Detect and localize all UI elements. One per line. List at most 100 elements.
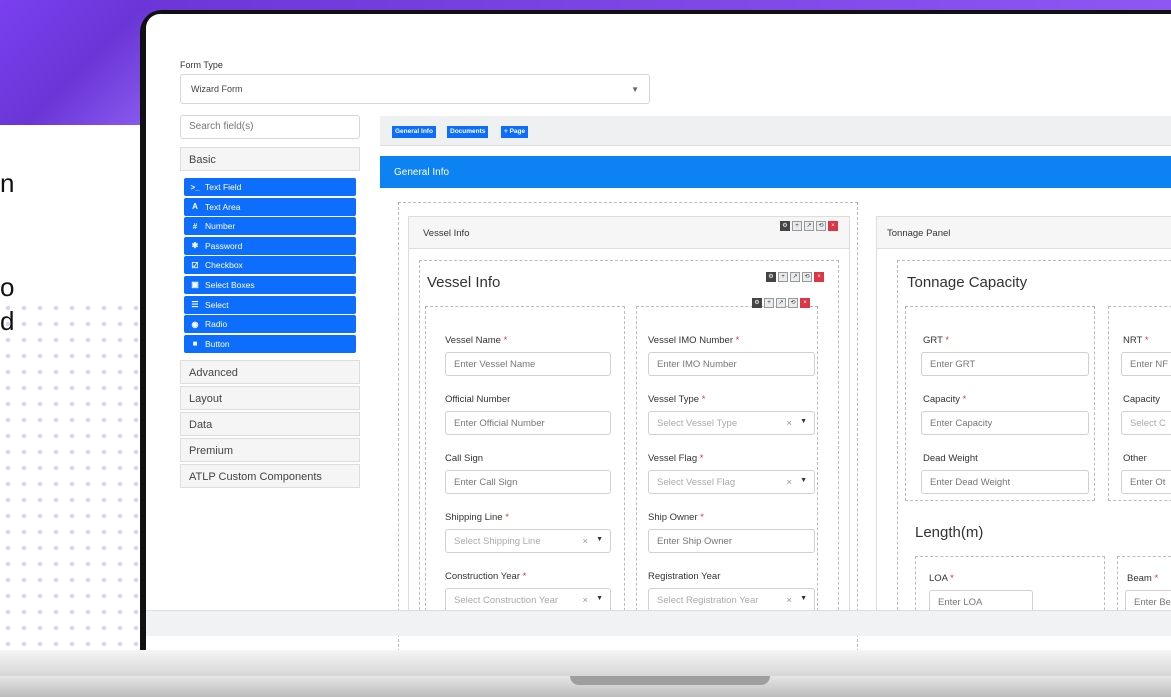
vessel-name-input[interactable]: Enter Vessel Name	[445, 352, 611, 376]
edit-icon[interactable]: ↗	[776, 298, 786, 308]
category-layout[interactable]: Layout	[180, 386, 360, 410]
copy-icon[interactable]: ⟲	[802, 272, 812, 282]
edit-icon[interactable]: ↗	[790, 272, 800, 282]
category-premium[interactable]: Premium	[180, 438, 360, 462]
shipping-line-select[interactable]: Select Shipping Line × ▼	[445, 529, 611, 553]
field-text-field[interactable]: >_ Text Field	[184, 178, 356, 196]
field-label: Radio	[205, 319, 228, 330]
copy-icon[interactable]: ⟲	[816, 221, 826, 231]
field-select-boxes[interactable]: ▣ Select Boxes	[184, 275, 356, 294]
gear-icon[interactable]: ⚙	[752, 298, 762, 308]
stop-icon: ■	[192, 339, 198, 349]
add-page-button[interactable]: + Page	[501, 126, 529, 138]
list-icon: ☰	[191, 300, 199, 310]
screen: Form Type Wizard Form ▼ Search field(s) …	[146, 14, 1171, 650]
vessel-name-label: Vessel Name *	[445, 335, 507, 346]
label-text: GRT	[923, 335, 943, 346]
label-text: Vessel Type	[648, 394, 700, 405]
clear-icon[interactable]: ×	[582, 595, 588, 606]
chevron-down-icon: ▼	[631, 85, 639, 94]
field-label: Button	[205, 338, 230, 349]
label-text: NRT	[1123, 335, 1143, 346]
category-data[interactable]: Data	[180, 412, 360, 436]
plus-square-icon: ▣	[191, 280, 199, 290]
component-toolbar: ⚙ + ↗ ⟲ ×	[766, 272, 824, 282]
clear-icon[interactable]: ×	[582, 536, 588, 547]
capacity-input[interactable]: Enter Capacity	[921, 411, 1089, 435]
clear-icon[interactable]: ×	[786, 595, 792, 606]
category-atlp-custom[interactable]: ATLP Custom Components	[180, 464, 360, 488]
dead-weight-input[interactable]: Enter Dead Weight	[921, 470, 1089, 494]
chevron-down-icon: ▼	[596, 536, 603, 543]
move-icon[interactable]: +	[764, 298, 774, 308]
field-text-area[interactable]: A Text Area	[184, 197, 356, 216]
beam-label: Beam *	[1127, 573, 1158, 584]
official-number-input[interactable]: Enter Official Number	[445, 411, 611, 435]
laptop-notch	[570, 676, 770, 685]
shipping-line-label: Shipping Line *	[445, 512, 509, 523]
select-placeholder: Select Vessel Type	[657, 418, 738, 429]
form-type-select[interactable]: Wizard Form ▼	[180, 74, 650, 104]
move-icon[interactable]: +	[778, 272, 788, 282]
label-text: Ship Owner	[648, 512, 698, 523]
required-marker: *	[699, 453, 704, 464]
field-select[interactable]: ☰ Select	[184, 295, 356, 314]
field-password[interactable]: ✱ Password	[184, 236, 356, 255]
clear-icon[interactable]: ×	[786, 477, 792, 488]
component-toolbar: ⚙ + ↗ ⟲ ×	[752, 298, 810, 308]
vessel-type-select[interactable]: Select Vessel Type × ▼	[648, 411, 815, 435]
gear-icon[interactable]: ⚙	[780, 221, 790, 231]
construction-year-select[interactable]: Select Construction Year × ▼	[445, 588, 611, 612]
gear-icon[interactable]: ⚙	[766, 272, 776, 282]
field-label: Select Boxes	[205, 279, 255, 290]
field-button[interactable]: ■ Button	[184, 334, 356, 353]
label-text: Vessel IMO Number	[648, 335, 733, 346]
nrt-label: NRT *	[1123, 335, 1149, 346]
registration-year-select[interactable]: Select Registration Year × ▼	[648, 588, 815, 612]
select-placeholder: Select Vessel Flag	[657, 477, 736, 488]
chevron-down-icon: ▼	[596, 595, 603, 602]
call-sign-input[interactable]: Enter Call Sign	[445, 470, 611, 494]
tab-general-info[interactable]: General Info	[392, 126, 436, 138]
call-sign-label: Call Sign	[445, 453, 484, 464]
chevron-down-icon: ▼	[800, 595, 807, 602]
required-marker: *	[503, 335, 508, 346]
other-input[interactable]: Enter Ot	[1121, 470, 1171, 494]
nrt-input[interactable]: Enter NF	[1121, 352, 1171, 376]
capacity-unit-select[interactable]: Select C	[1121, 411, 1171, 435]
move-icon[interactable]: +	[792, 221, 802, 231]
tonnage-card-title: Tonnage Panel	[877, 217, 1171, 249]
tab-documents[interactable]: Documents	[447, 126, 489, 138]
purple-banner	[0, 0, 150, 125]
capacity-unit-label: Capacity	[1123, 394, 1160, 405]
wizard-tabs-bar: General Info Documents + Page	[380, 116, 1171, 146]
basic-field-list: >_ Text Field A Text Area # Number ✱ Passwor…	[184, 178, 356, 354]
check-square-icon: ☑	[191, 260, 199, 270]
vessel-type-label: Vessel Type *	[648, 394, 705, 405]
loa-label: LOA *	[929, 573, 954, 584]
select-placeholder: Select Construction Year	[454, 595, 559, 606]
category-basic[interactable]: Basic	[180, 147, 360, 171]
vessel-imo-label: Vessel IMO Number *	[648, 335, 739, 346]
remove-icon[interactable]: ×	[814, 272, 824, 282]
remove-icon[interactable]: ×	[828, 221, 838, 231]
vessel-imo-input[interactable]: Enter IMO Number	[648, 352, 815, 376]
chevron-down-icon: ▼	[800, 477, 807, 484]
edit-icon[interactable]: ↗	[804, 221, 814, 231]
ship-owner-label: Ship Owner *	[648, 512, 704, 523]
remove-icon[interactable]: ×	[800, 298, 810, 308]
required-marker: *	[522, 571, 527, 582]
clear-icon[interactable]: ×	[786, 418, 792, 429]
search-field-input[interactable]: Search field(s)	[180, 115, 360, 139]
ship-owner-input[interactable]: Enter Ship Owner	[648, 529, 815, 553]
field-radio[interactable]: ◉ Radio	[184, 315, 356, 334]
length-heading: Length(m)	[915, 524, 984, 541]
category-advanced[interactable]: Advanced	[180, 360, 360, 384]
copy-icon[interactable]: ⟲	[788, 298, 798, 308]
vessel-flag-select[interactable]: Select Vessel Flag × ▼	[648, 470, 815, 494]
required-marker: *	[1144, 335, 1149, 346]
grt-input[interactable]: Enter GRT	[921, 352, 1089, 376]
field-number[interactable]: # Number	[184, 217, 356, 236]
field-checkbox[interactable]: ☑ Checkbox	[184, 256, 356, 275]
vessel-info-heading: Vessel Info	[427, 274, 501, 291]
